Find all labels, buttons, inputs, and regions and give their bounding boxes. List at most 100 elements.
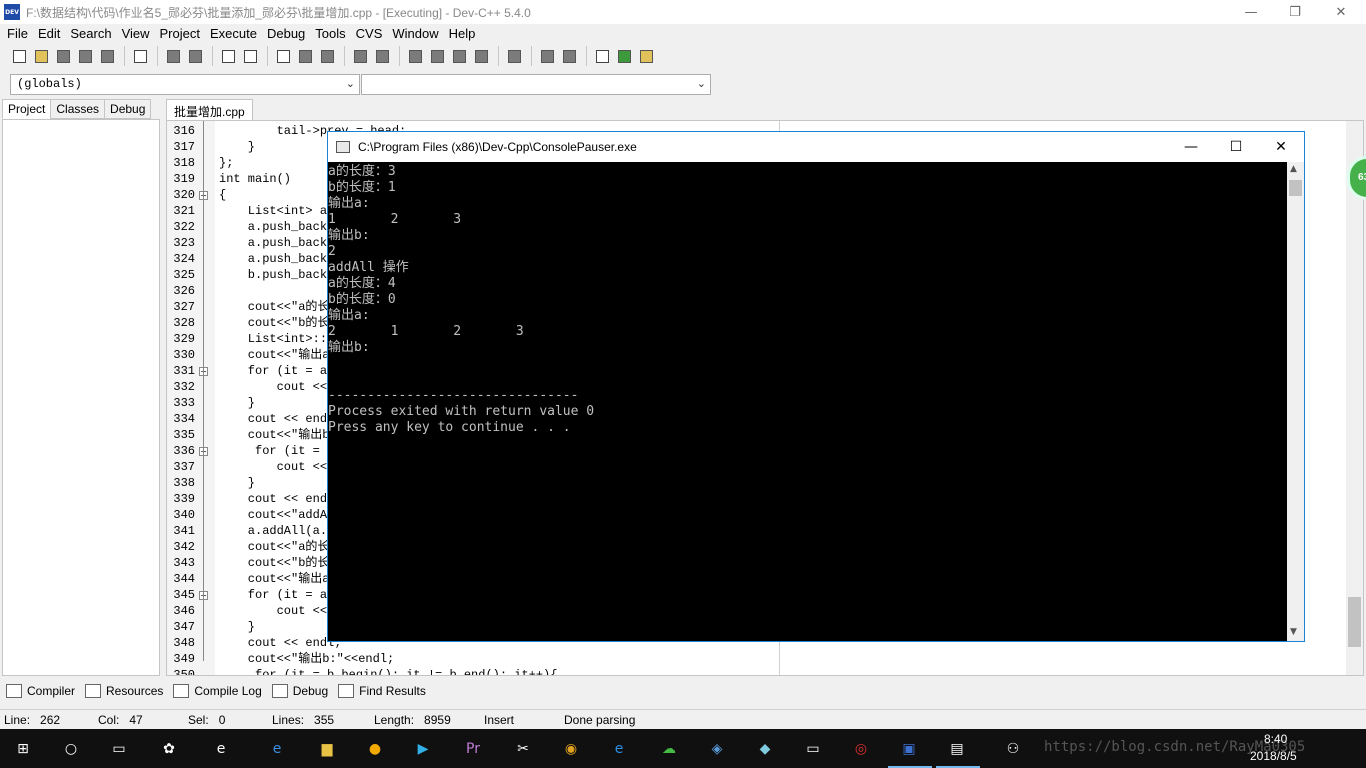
menu-edit[interactable]: Edit bbox=[33, 26, 65, 41]
save-button[interactable] bbox=[54, 47, 73, 66]
editor-scrollbar-thumb[interactable] bbox=[1348, 597, 1361, 647]
tab-resources[interactable]: Resources bbox=[85, 684, 163, 698]
menu-debug[interactable]: Debug bbox=[262, 26, 310, 41]
compile-button[interactable] bbox=[406, 47, 425, 66]
chrome-icon[interactable]: ◉ bbox=[558, 736, 584, 762]
clock-time[interactable]: 8:40 bbox=[1264, 732, 1287, 746]
code-line: cout << bbox=[219, 604, 328, 618]
menu-bar: File Edit Search View Project Execute De… bbox=[0, 24, 1366, 43]
bottom-panel-tabs: Compiler Resources Compile Log Debug Fin… bbox=[0, 679, 1366, 703]
goto-bookmark-button[interactable] bbox=[318, 47, 337, 66]
undo-button[interactable] bbox=[164, 47, 183, 66]
compiler-grid-icon bbox=[6, 684, 22, 698]
ie-blue-icon[interactable]: e bbox=[606, 736, 632, 762]
task-view-icon[interactable]: ▭ bbox=[106, 736, 132, 762]
run-button[interactable] bbox=[428, 47, 447, 66]
code-line: cout<<"输出b bbox=[219, 428, 330, 442]
console-scrollbar-thumb[interactable] bbox=[1289, 180, 1302, 196]
editor-vertical-scrollbar[interactable] bbox=[1346, 121, 1363, 675]
line-number: 325 bbox=[173, 268, 195, 282]
windows-start-icon[interactable]: ⊞ bbox=[10, 736, 36, 762]
syntax-check-button[interactable] bbox=[505, 47, 524, 66]
debug-button[interactable] bbox=[538, 47, 557, 66]
menu-search[interactable]: Search bbox=[65, 26, 116, 41]
restore-button[interactable]: ❐ bbox=[1272, 0, 1318, 24]
code-line: cout<<"addAl bbox=[219, 508, 335, 522]
app-icon-3[interactable]: ◆ bbox=[752, 736, 778, 762]
console-icon[interactable]: ▭ bbox=[800, 736, 826, 762]
bookmark-button[interactable] bbox=[296, 47, 315, 66]
console-title-bar[interactable]: C:\Program Files (x86)\Dev-Cpp\ConsolePa… bbox=[328, 132, 1304, 162]
unindent-button[interactable] bbox=[373, 47, 392, 66]
tab-project[interactable]: Project bbox=[2, 99, 52, 119]
app-icon-2[interactable]: ● bbox=[362, 736, 388, 762]
devcpp-taskbar-icon[interactable]: ▣ bbox=[896, 736, 922, 762]
remove-from-project-button[interactable] bbox=[637, 47, 656, 66]
redo-button[interactable] bbox=[186, 47, 205, 66]
console-output[interactable]: a的长度：3 b的长度：1 输出a: 1 2 3 输出b: 2 addAll 操作 a的长度：… bbox=[328, 162, 1287, 641]
menu-help[interactable]: Help bbox=[444, 26, 481, 41]
console-close-button[interactable]: ✕ bbox=[1258, 132, 1304, 162]
edge-icon[interactable]: e bbox=[264, 736, 290, 762]
tab-debug-output[interactable]: Debug bbox=[271, 684, 328, 698]
code-line: } bbox=[219, 620, 256, 634]
console-vertical-scrollbar[interactable]: ▲ ▼ bbox=[1287, 162, 1304, 641]
minimize-button[interactable]: — bbox=[1228, 0, 1274, 24]
premiere-icon[interactable]: Pr bbox=[460, 736, 486, 762]
menu-file[interactable]: File bbox=[2, 26, 33, 41]
goto-line-button[interactable] bbox=[274, 47, 293, 66]
tab-find-results[interactable]: Find Results bbox=[338, 684, 426, 698]
profile-button[interactable] bbox=[560, 47, 579, 66]
tools-icon[interactable]: ✂ bbox=[510, 736, 536, 762]
close-button[interactable]: ✕ bbox=[1318, 0, 1364, 24]
scroll-down-icon[interactable]: ▼ bbox=[1290, 627, 1297, 637]
database-icon[interactable]: ◈ bbox=[704, 736, 730, 762]
media-player-icon[interactable]: ▶ bbox=[410, 736, 436, 762]
add-to-project-button[interactable] bbox=[615, 47, 634, 66]
replace-button[interactable] bbox=[241, 47, 260, 66]
console-maximize-button[interactable]: ☐ bbox=[1213, 132, 1259, 162]
menu-project[interactable]: Project bbox=[155, 26, 205, 41]
console-minimize-button[interactable]: — bbox=[1168, 132, 1214, 162]
wechat-icon[interactable]: ☁ bbox=[656, 736, 682, 762]
tab-debug[interactable]: Debug bbox=[104, 99, 152, 119]
console-pauser-taskbar-icon[interactable]: ▤ bbox=[944, 736, 970, 762]
clock-date[interactable]: 2018/8/5 bbox=[1250, 749, 1297, 763]
menu-tools[interactable]: Tools bbox=[310, 26, 350, 41]
save-all-button[interactable] bbox=[76, 47, 95, 66]
tab-compiler[interactable]: Compiler bbox=[6, 684, 75, 698]
console-window[interactable]: C:\Program Files (x86)\Dev-Cpp\ConsolePa… bbox=[327, 131, 1305, 642]
tab-compile-log[interactable]: Compile Log bbox=[173, 684, 262, 698]
new-file-button[interactable] bbox=[10, 47, 29, 66]
indent-button[interactable] bbox=[351, 47, 370, 66]
left-panel-tabs: Project Classes Debug bbox=[2, 99, 152, 119]
project-tree-panel[interactable] bbox=[2, 119, 160, 676]
app-icon-1[interactable]: ✿ bbox=[156, 736, 182, 762]
ie-icon[interactable]: e bbox=[208, 736, 234, 762]
project-options-button[interactable] bbox=[593, 47, 612, 66]
close-file-button[interactable] bbox=[98, 47, 117, 66]
rebuild-button[interactable] bbox=[472, 47, 491, 66]
people-icon[interactable]: ⚇ bbox=[1000, 736, 1026, 762]
code-line: List<int>:: bbox=[219, 332, 328, 346]
open-file-button[interactable] bbox=[32, 47, 51, 66]
globals-combobox[interactable]: (globals) ⌄ bbox=[10, 74, 360, 95]
editor-file-tab[interactable]: 批量增加.cpp bbox=[166, 99, 253, 120]
scroll-up-icon[interactable]: ▲ bbox=[1290, 164, 1297, 174]
search-icon[interactable]: ○ bbox=[58, 736, 84, 762]
menu-view[interactable]: View bbox=[117, 26, 155, 41]
menu-window[interactable]: Window bbox=[387, 26, 443, 41]
tab-classes[interactable]: Classes bbox=[50, 99, 106, 119]
compile-run-button[interactable] bbox=[450, 47, 469, 66]
line-number: 333 bbox=[173, 396, 195, 410]
file-explorer-icon[interactable]: ▆ bbox=[314, 736, 340, 762]
line-number: 344 bbox=[173, 572, 195, 586]
menu-cvs[interactable]: CVS bbox=[351, 26, 388, 41]
find-button[interactable] bbox=[219, 47, 238, 66]
toolbar-separator bbox=[399, 46, 400, 66]
menu-execute[interactable]: Execute bbox=[205, 26, 262, 41]
members-combobox[interactable]: ⌄ bbox=[361, 74, 711, 95]
netease-music-icon[interactable]: ◎ bbox=[848, 736, 874, 762]
toolbar-separator bbox=[157, 46, 158, 66]
print-button[interactable] bbox=[131, 47, 150, 66]
